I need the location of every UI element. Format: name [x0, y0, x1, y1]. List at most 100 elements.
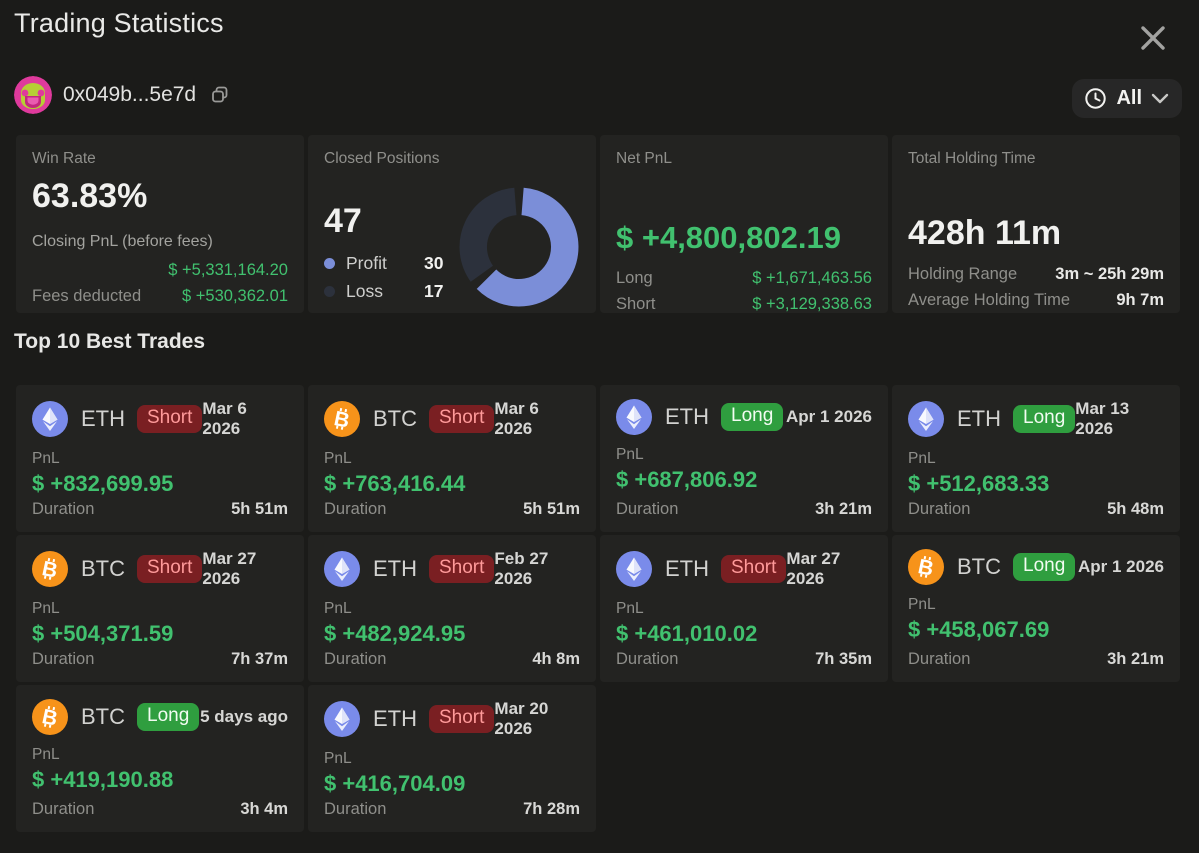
duration-value: 7h 28m	[523, 800, 580, 818]
avg-holding-label: Average Holding Time	[908, 291, 1071, 309]
loss-dot-icon	[324, 286, 335, 297]
avg-holding-value: 9h 7m	[1116, 291, 1164, 309]
side-badge: Long	[137, 703, 200, 731]
side-badge: Short	[137, 405, 203, 433]
duration-label: Duration	[32, 650, 95, 668]
duration-value: 7h 37m	[231, 650, 288, 668]
side-badge: Long	[1013, 553, 1076, 581]
pnl-label: PnL	[324, 600, 352, 617]
copy-icon	[212, 86, 228, 103]
trade-card[interactable]: ETH Short Mar 27 2026 PnL $ +461,010.02 …	[600, 535, 888, 682]
coin-symbol: BTC	[81, 704, 125, 729]
trade-date: Mar 27 2026	[786, 549, 841, 588]
short-pnl-label: Short	[616, 295, 656, 313]
duration-value: 4h 8m	[532, 650, 580, 668]
loss-count: 17	[424, 281, 444, 301]
wallet-row: 0x049b...5e7d	[14, 76, 231, 114]
trade-card[interactable]: ETH Short Mar 20 2026 PnL $ +416,704.09 …	[308, 685, 596, 832]
duration-label: Duration	[32, 500, 95, 518]
trades-grid: ETH Short Mar 6 2026 PnL $ +832,699.95 D…	[16, 385, 1180, 832]
donut-arc-loss	[459, 187, 518, 282]
legend-loss: Loss 17	[324, 281, 458, 302]
closed-positions-value: 47	[324, 202, 362, 240]
trade-card[interactable]: ETH Long Apr 1 2026 PnL $ +687,806.92 Du…	[600, 385, 888, 532]
side-badge: Short	[429, 405, 495, 433]
trade-date: Apr 1 2026	[1078, 557, 1164, 576]
stat-card-holding-time: Total Holding Time 428h 11m Holding Rang…	[892, 135, 1180, 313]
eth-icon	[324, 551, 360, 587]
pnl-value: $ +458,067.69	[908, 617, 1050, 642]
duration-value: 5h 51m	[231, 500, 288, 518]
time-filter-dropdown[interactable]: All	[1072, 79, 1182, 118]
loss-label: Loss	[346, 281, 383, 301]
btc-icon: B	[324, 401, 360, 437]
trade-card[interactable]: ETH Short Feb 27 2026 PnL $ +482,924.95 …	[308, 535, 596, 682]
pnl-label: PnL	[908, 596, 936, 613]
wallet-address: 0x049b...5e7d	[63, 83, 197, 106]
stat-card-closed-positions: Closed Positions 47 Profit 30 Loss 17	[308, 135, 596, 313]
duration-value: 5h 51m	[523, 500, 580, 518]
trade-date: Mar 27 2026	[202, 549, 257, 588]
btc-icon: B	[908, 549, 944, 585]
side-badge: Long	[1013, 405, 1076, 433]
profit-count: 30	[424, 253, 444, 273]
trade-card[interactable]: B BTC Long Apr 1 2026 PnL $ +458,067.69 …	[892, 535, 1180, 682]
duration-label: Duration	[908, 650, 971, 668]
holding-time-label: Total Holding Time	[908, 150, 1036, 167]
eth-icon	[616, 551, 652, 587]
trade-card[interactable]: ETH Short Mar 6 2026 PnL $ +832,699.95 D…	[16, 385, 304, 532]
duration-label: Duration	[324, 650, 387, 668]
pnl-label: PnL	[32, 600, 60, 617]
trade-date: Mar 20 2026	[494, 699, 549, 738]
pnl-value: $ +832,699.95	[32, 471, 174, 496]
legend-profit: Profit 30	[324, 253, 458, 274]
duration-label: Duration	[616, 650, 679, 668]
side-badge: Short	[137, 555, 203, 583]
stat-card-win-rate: Win Rate 63.83% Closing PnL (before fees…	[16, 135, 304, 313]
trade-date: 5 days ago	[200, 707, 288, 726]
trade-card[interactable]: ETH Long Mar 13 2026 PnL $ +512,683.33 D…	[892, 385, 1180, 532]
fees-deducted-label: Fees deducted	[32, 287, 142, 305]
side-badge: Long	[721, 403, 784, 431]
net-pnl-label: Net PnL	[616, 150, 673, 167]
profit-label: Profit	[346, 253, 387, 273]
duration-label: Duration	[324, 500, 387, 518]
net-pnl-value: $ +4,800,802.19	[616, 220, 841, 255]
pnl-label: PnL	[324, 750, 352, 767]
eth-icon	[324, 701, 360, 737]
trade-card[interactable]: B BTC Long 5 days ago PnL $ +419,190.88 …	[16, 685, 304, 832]
stat-card-net-pnl: Net PnL $ +4,800,802.19 Long $ +1,671,46…	[600, 135, 888, 313]
duration-value: 3h 21m	[1107, 650, 1164, 668]
trade-card[interactable]: B BTC Short Mar 27 2026 PnL $ +504,371.5…	[16, 535, 304, 682]
side-badge: Short	[429, 555, 495, 583]
pnl-label: PnL	[908, 450, 936, 467]
trade-date: Feb 27 2026	[494, 549, 549, 588]
short-pnl-value: $ +3,129,338.63	[752, 295, 872, 313]
duration-label: Duration	[908, 500, 971, 518]
side-badge: Short	[429, 705, 495, 733]
chevron-down-icon	[1151, 93, 1169, 104]
duration-value: 3h 21m	[815, 500, 872, 518]
fees-deducted-value: $ +530,362.01	[182, 287, 288, 305]
eth-icon	[32, 401, 68, 437]
close-button[interactable]	[1137, 22, 1169, 54]
win-rate-value: 63.83%	[32, 177, 148, 215]
trade-date: Mar 6 2026	[494, 399, 539, 438]
holding-range-value: 3m ~ 25h 29m	[1055, 265, 1164, 283]
pnl-value: $ +504,371.59	[32, 621, 174, 646]
duration-label: Duration	[616, 500, 679, 518]
coin-symbol: BTC	[373, 406, 417, 431]
pnl-value: $ +687,806.92	[616, 467, 758, 492]
duration-value: 3h 4m	[240, 800, 288, 818]
copy-address-button[interactable]	[209, 84, 231, 106]
eth-icon	[908, 401, 944, 437]
best-trades-title: Top 10 Best Trades	[14, 330, 206, 353]
clock-icon	[1085, 88, 1107, 109]
trade-date: Apr 1 2026	[786, 407, 872, 426]
pnl-value: $ +461,010.02	[616, 621, 758, 646]
closing-pnl-label: Closing PnL (before fees)	[32, 233, 213, 250]
holding-range-label: Holding Range	[908, 265, 1018, 283]
pnl-value: $ +482,924.95	[324, 621, 466, 646]
page-title: Trading Statistics	[14, 8, 224, 38]
trade-card[interactable]: B BTC Short Mar 6 2026 PnL $ +763,416.44…	[308, 385, 596, 532]
